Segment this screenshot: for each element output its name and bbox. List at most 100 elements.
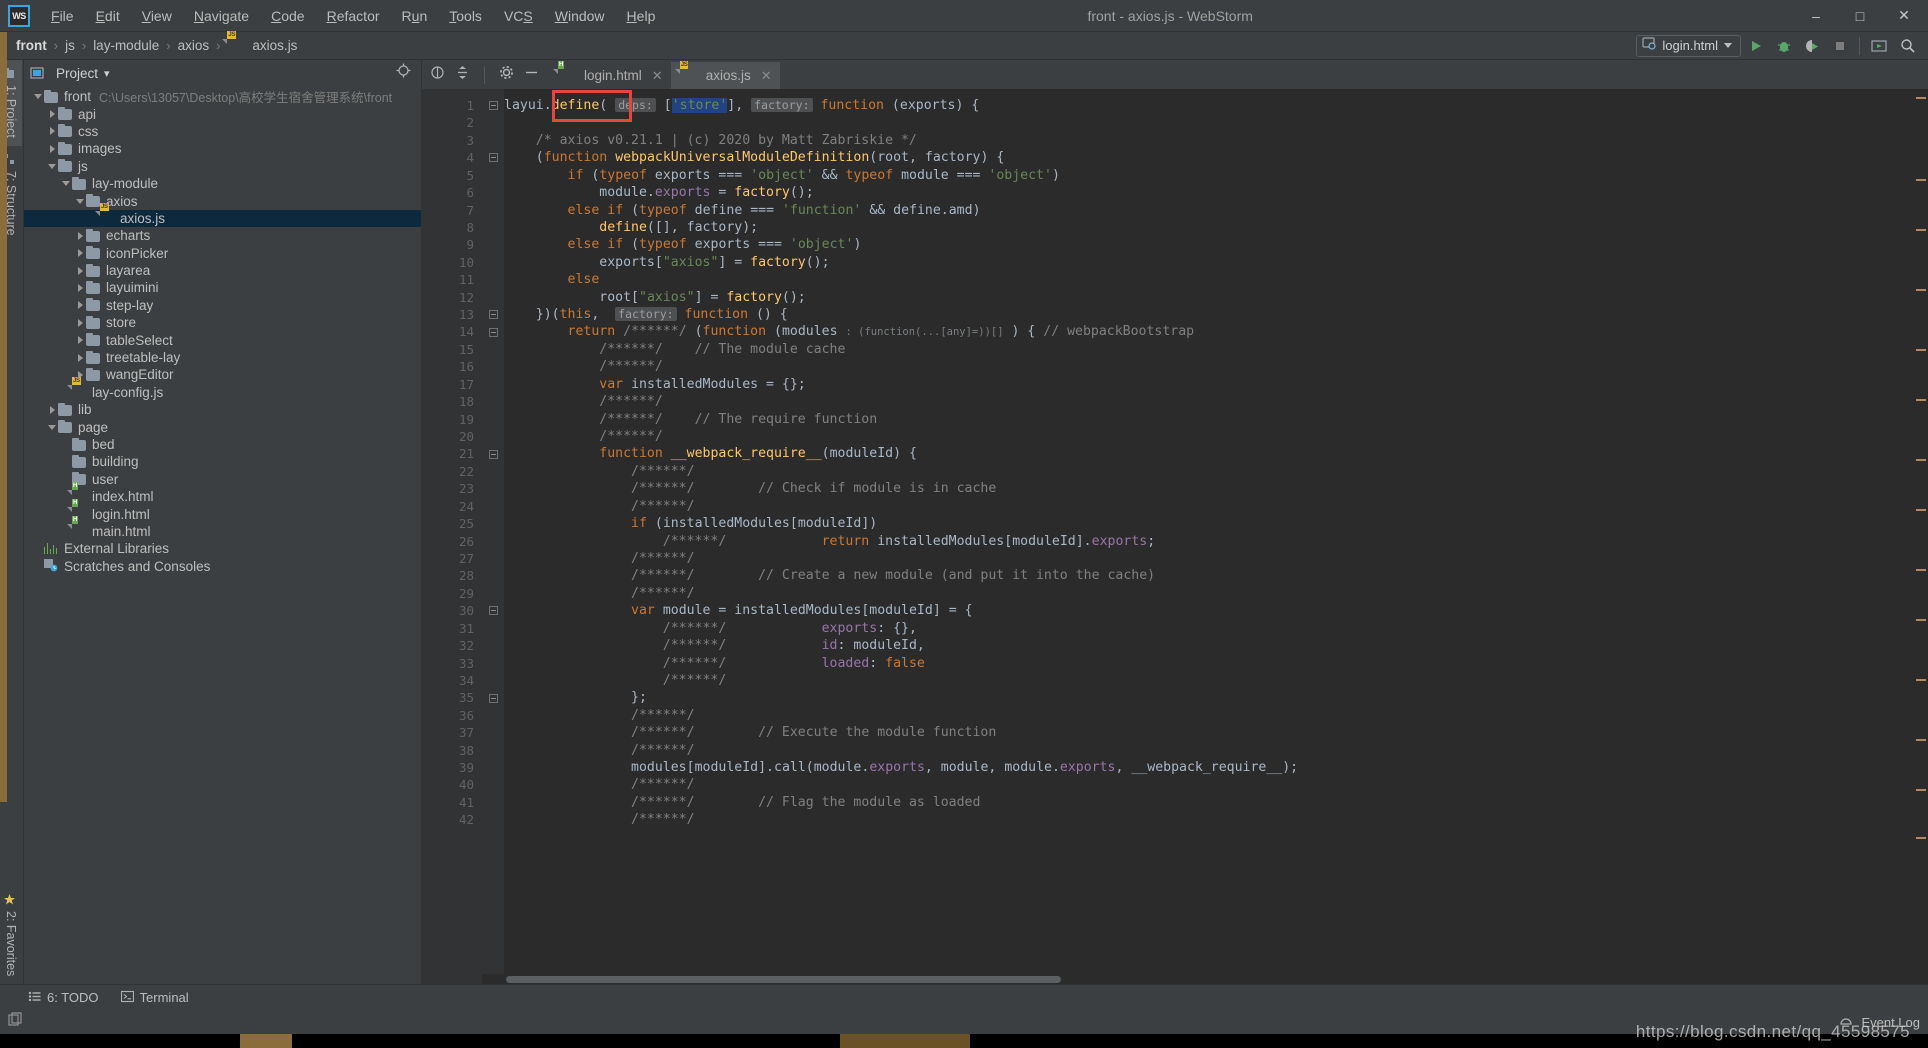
editor-tab-axios-js[interactable]: JS axios.js ✕ xyxy=(670,60,780,89)
tree-node-user[interactable]: user xyxy=(24,471,421,488)
editor-marker[interactable] xyxy=(1916,569,1926,571)
tree-node-index-html[interactable]: Hindex.html xyxy=(24,481,421,505)
menu-item-run[interactable]: Run xyxy=(391,4,439,28)
chevron-down-icon[interactable] xyxy=(46,421,58,433)
breadcrumb-item-js[interactable]: js xyxy=(61,36,79,55)
editor-marker[interactable] xyxy=(1916,399,1926,401)
bottom-tab-todo[interactable]: 6: TODO xyxy=(28,990,99,1006)
tree-node-axios-js[interactable]: JS axios.js xyxy=(24,203,421,228)
chevron-down-icon[interactable] xyxy=(74,195,86,207)
menu-item-refactor[interactable]: Refactor xyxy=(316,4,391,28)
chevron-right-icon[interactable] xyxy=(74,265,86,277)
menu-item-help[interactable]: Help xyxy=(616,4,667,28)
tree-node-tableselect[interactable]: tableSelect xyxy=(24,331,421,348)
collapse-all-icon[interactable] xyxy=(430,65,445,85)
preview-button[interactable] xyxy=(1866,34,1892,58)
chevron-right-icon[interactable] xyxy=(74,230,86,242)
tree-node-css[interactable]: css xyxy=(24,123,421,140)
fold-toggle-icon[interactable] xyxy=(482,149,504,166)
tree-node-store[interactable]: store xyxy=(24,314,421,331)
tree-node-scratches-and-consoles[interactable]: Scratches and Consoles xyxy=(24,558,421,575)
maximize-button[interactable]: □ xyxy=(1838,0,1882,32)
scrollbar-thumb[interactable] xyxy=(506,976,1061,983)
project-tree[interactable]: front C:\Users\13057\Desktop\高校学生宿舍管理系统\f… xyxy=(24,86,421,984)
code-editor[interactable]: 1 2 3 4 5 6 7 8 9 10 11 12 13 14 15 16 17 18 19 20 21 22 23 24 2… xyxy=(422,89,1928,984)
hide-panel-icon[interactable] xyxy=(524,65,539,85)
locate-file-icon[interactable] xyxy=(396,63,411,83)
fold-toggle-icon[interactable] xyxy=(482,306,504,323)
chevron-right-icon[interactable] xyxy=(74,247,86,259)
tree-node-iconpicker[interactable]: iconPicker xyxy=(24,245,421,262)
chevron-down-icon[interactable] xyxy=(46,160,58,172)
debug-button[interactable] xyxy=(1771,34,1797,58)
chevron-right-icon[interactable] xyxy=(74,317,86,329)
taskbar-item[interactable] xyxy=(240,1034,292,1048)
tree-node-page[interactable]: page xyxy=(24,418,421,435)
editor-marker[interactable] xyxy=(1916,349,1926,351)
close-tab-icon[interactable]: ✕ xyxy=(652,68,663,84)
editor-tab-login-html[interactable]: H login.html ✕ xyxy=(549,60,671,89)
tree-node-front[interactable]: front C:\Users\13057\Desktop\高校学生宿舍管理系统\f… xyxy=(24,88,421,105)
menu-item-view[interactable]: View xyxy=(131,4,183,28)
chevron-right-icon[interactable] xyxy=(46,125,58,137)
menu-item-navigate[interactable]: Navigate xyxy=(183,4,260,28)
tree-node-api[interactable]: api xyxy=(24,105,421,122)
tree-node-axios[interactable]: axios xyxy=(24,192,421,209)
menu-item-window[interactable]: Window xyxy=(544,4,616,28)
taskbar-item[interactable] xyxy=(840,1034,970,1048)
tree-node-lib[interactable]: lib xyxy=(24,401,421,418)
editor-marker[interactable] xyxy=(1916,789,1926,791)
fold-toggle-icon[interactable] xyxy=(482,689,504,706)
breadcrumb-item-axios-js[interactable]: JS axios.js xyxy=(223,30,301,55)
breadcrumb-item-lay-module[interactable]: lay-module xyxy=(89,36,163,55)
editor-marker[interactable] xyxy=(1916,289,1926,291)
editor-marker[interactable] xyxy=(1916,739,1926,741)
fold-toggle-icon[interactable] xyxy=(482,323,504,340)
editor-marker[interactable] xyxy=(1916,837,1926,839)
menu-item-edit[interactable]: Edit xyxy=(85,4,131,28)
breadcrumb-item-front[interactable]: front xyxy=(12,36,51,55)
chevron-right-icon[interactable] xyxy=(74,334,86,346)
code-folding-gutter[interactable] xyxy=(482,89,504,984)
tree-node-building[interactable]: building xyxy=(24,453,421,470)
breadcrumb-item-axios[interactable]: axios xyxy=(174,36,214,55)
run-configuration-selector[interactable]: login.html xyxy=(1636,34,1741,57)
search-everywhere-icon[interactable] xyxy=(1894,34,1920,58)
close-button[interactable]: ✕ xyxy=(1882,0,1926,32)
fold-toggle-icon[interactable] xyxy=(482,445,504,462)
bottom-tab-terminal[interactable]: Terminal xyxy=(120,990,189,1006)
code-content[interactable]: layui.define( deps: ['store'], factory: … xyxy=(504,89,1914,984)
run-with-coverage-button[interactable] xyxy=(1799,34,1825,58)
tree-node-bed[interactable]: bed xyxy=(24,436,421,453)
gear-icon[interactable] xyxy=(499,65,514,85)
chevron-right-icon[interactable] xyxy=(46,108,58,120)
tree-node-step-lay[interactable]: step-lay xyxy=(24,297,421,314)
tree-node-external-libraries[interactable]: External Libraries xyxy=(24,540,421,557)
tree-node-echarts[interactable]: echarts xyxy=(24,227,421,244)
chevron-right-icon[interactable] xyxy=(74,299,86,311)
editor-marker[interactable] xyxy=(1916,179,1926,181)
sidebar-tab-favorites[interactable]: 2: Favorites xyxy=(0,886,22,984)
editor-marker-bar[interactable] xyxy=(1914,89,1928,984)
menu-item-vcs[interactable]: VCS xyxy=(493,4,544,28)
editor-marker[interactable] xyxy=(1916,679,1926,681)
editor-marker[interactable] xyxy=(1916,459,1926,461)
editor-marker[interactable] xyxy=(1916,229,1926,231)
tree-node-lay-config-js[interactable]: JS lay-config.js xyxy=(24,377,421,401)
close-tab-icon[interactable]: ✕ xyxy=(761,68,772,84)
tree-node-login-html[interactable]: Hlogin.html xyxy=(24,499,421,522)
tree-node-layuimini[interactable]: layuimini xyxy=(24,279,421,296)
project-panel-dropdown-icon[interactable]: ▾ xyxy=(104,67,110,80)
tree-node-lay-module[interactable]: lay-module xyxy=(24,175,421,192)
chevron-right-icon[interactable] xyxy=(74,282,86,294)
fold-toggle-icon[interactable] xyxy=(482,97,504,114)
tree-node-treetable-lay[interactable]: treetable-lay xyxy=(24,349,421,366)
horizontal-scrollbar[interactable] xyxy=(482,974,1914,984)
tree-node-main-html[interactable]: Hmain.html xyxy=(24,516,421,540)
stop-button[interactable] xyxy=(1827,34,1853,58)
tree-node-layarea[interactable]: layarea xyxy=(24,262,421,279)
editor-marker[interactable] xyxy=(1916,619,1926,621)
editor-marker[interactable] xyxy=(1916,97,1926,99)
chevron-down-icon[interactable] xyxy=(32,91,44,103)
menu-item-code[interactable]: Code xyxy=(260,4,315,28)
